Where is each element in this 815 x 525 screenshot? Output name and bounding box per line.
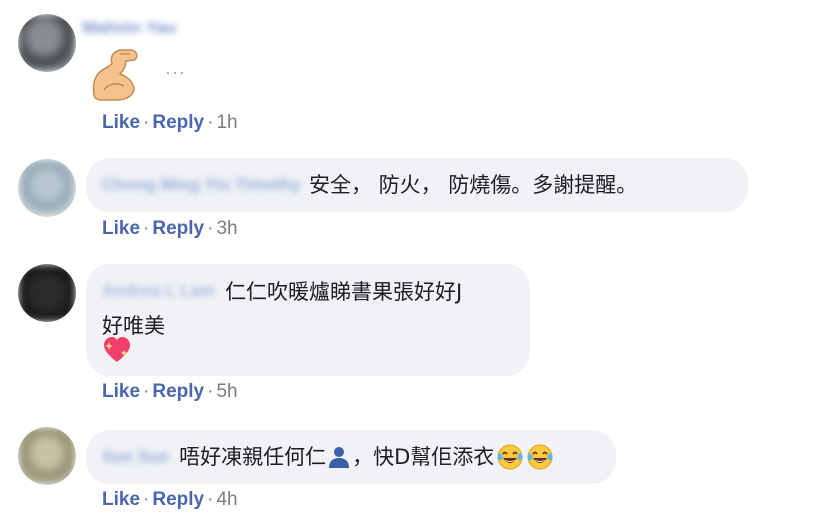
comment-actions: Like · Reply · 5h: [102, 381, 238, 403]
sparkling-heart-emoji: [104, 337, 130, 362]
tears-of-joy-emoji: [527, 444, 553, 470]
separator: ·: [207, 489, 214, 510]
separator: ·: [143, 381, 150, 402]
comment-actions: Like · Reply · 4h: [102, 489, 238, 511]
more-options-icon[interactable]: ···: [165, 62, 186, 83]
avatar[interactable]: [18, 264, 76, 322]
separator: ·: [143, 218, 150, 239]
flexed-biceps-emoji: [92, 49, 138, 101]
comment-text-line-2: 好唯美: [102, 314, 165, 338]
timestamp[interactable]: 4h: [216, 489, 237, 510]
reply-link[interactable]: Reply: [152, 489, 204, 510]
reply-link[interactable]: Reply: [152, 381, 204, 402]
tears-of-joy-emoji: [497, 444, 523, 470]
timestamp[interactable]: 3h: [216, 218, 237, 239]
comment-author[interactable]: Andrea L Lam: [102, 281, 215, 301]
person-silhouette-emoji: [329, 447, 350, 468]
timestamp[interactable]: 1h: [216, 112, 237, 133]
separator: ·: [207, 112, 214, 133]
avatar[interactable]: [18, 427, 76, 485]
comment-author[interactable]: Chong Ming Yiu Timothy: [102, 158, 301, 212]
timestamp[interactable]: 5h: [216, 381, 237, 402]
comment-text: 唔好凍親任何仁: [179, 445, 327, 469]
like-link[interactable]: Like: [102, 489, 140, 510]
comment-bubble: Chong Ming Yiu Timothy 安全， 防火， 防燒傷。多謝提醒。: [86, 158, 748, 212]
like-link[interactable]: Like: [102, 218, 140, 239]
like-link[interactable]: Like: [102, 112, 140, 133]
reply-link[interactable]: Reply: [152, 218, 204, 239]
comment-text-continued: ，快D幫佢添衣: [352, 445, 495, 469]
comment-bubble: Sue Sue 唔好凍親任何仁 ，快D幫佢添衣: [86, 430, 616, 484]
comment-author[interactable]: Mahnin Yau: [82, 18, 176, 38]
avatar[interactable]: [18, 14, 76, 72]
avatar[interactable]: [18, 159, 76, 217]
like-link[interactable]: Like: [102, 381, 140, 402]
separator: ·: [143, 489, 150, 510]
separator: ·: [143, 112, 150, 133]
comment-author[interactable]: Sue Sue: [102, 430, 169, 484]
comment-bubble: Andrea L Lam 仁仁吹暖爐睇書果張好好J 好唯美: [86, 264, 530, 376]
comment-text-line-1: 仁仁吹暖爐睇書果張好好J: [225, 280, 463, 304]
separator: ·: [207, 218, 214, 239]
comment-actions: Like · Reply · 3h: [102, 218, 238, 240]
comment-actions: Like · Reply · 1h: [102, 112, 238, 134]
reply-link[interactable]: Reply: [152, 112, 204, 133]
separator: ·: [207, 381, 214, 402]
comment-text: 安全， 防火， 防燒傷。多謝提醒。: [308, 173, 638, 197]
